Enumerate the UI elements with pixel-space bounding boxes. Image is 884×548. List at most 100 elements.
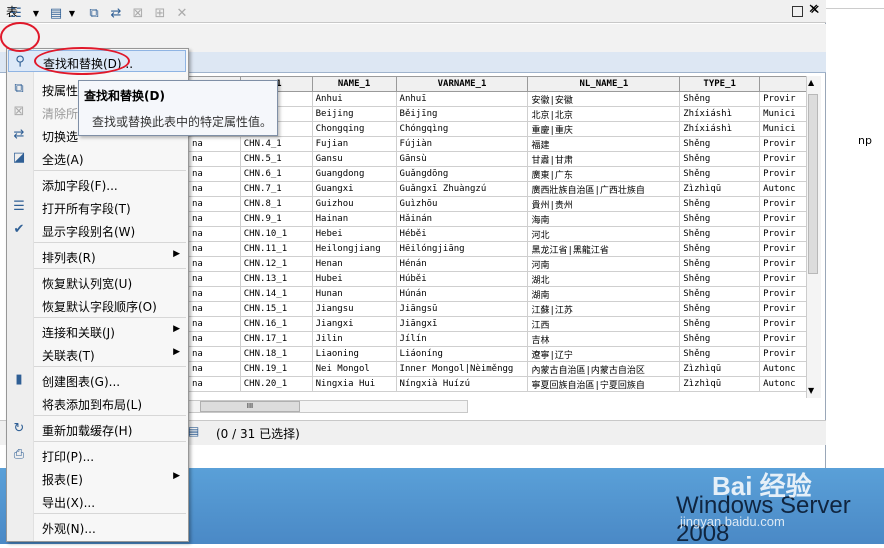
table-cell[interactable]: Húnán [395,286,529,302]
table-cell[interactable]: Shěng [679,331,761,347]
table-cell[interactable]: na [188,376,241,392]
table-cell[interactable]: Běijīng [395,106,529,122]
show-all-records-icon[interactable]: ▤ [188,424,199,438]
table-cell[interactable]: CHN.9_1 [239,211,313,227]
table-row[interactable]: na CHN.4_1 Fujian Fújiàn 福建 Shěng Provir [188,136,820,152]
table-cell[interactable]: CHN.10_1 [239,226,313,242]
menu-item[interactable]: ▮ 创建图表(G)... [8,369,186,391]
table-cell[interactable]: Héběi [395,226,529,242]
table-cell[interactable]: Gansu [311,151,397,167]
table-cell[interactable]: Zìzhìqū [679,181,761,197]
table-cell[interactable]: Gānsù [395,151,529,167]
chevron-down-icon[interactable]: ▼ [64,6,80,22]
close-icon[interactable]: ✕ [808,2,819,17]
menu-item[interactable]: 添加字段(F)... [8,173,186,195]
table-cell[interactable]: na [188,226,241,242]
column-header[interactable]: VARNAME_1 [395,76,529,92]
table-cell[interactable]: CHN.8_1 [239,196,313,212]
table-row[interactable]: na CHN.13_1 Hubei Húběi 湖北 Shěng Provir [188,271,820,287]
table-cell[interactable]: 廣東|广东 [527,166,681,182]
table-cell[interactable]: Shěng [679,211,761,227]
table-row[interactable]: na CHN.20_1 Ningxia Hui Níngxià Huízú 寧夏回族自治… [188,376,820,392]
table-cell[interactable]: Hubei [311,271,397,287]
table-cell[interactable]: na [188,181,241,197]
table-row[interactable]: na CHN.17_1 Jilin Jílín 吉林 Shěng Provir [188,331,820,347]
table-cell[interactable]: Hainan [311,211,397,227]
table-cell[interactable]: Shěng [679,91,761,107]
table-cell[interactable]: 黑龙江省|黑龍江省 [527,241,681,257]
table-cell[interactable]: Jílín [395,331,529,347]
menu-item[interactable]: 连接和关联(J) ▶ [8,320,186,342]
table-cell[interactable]: Shěng [679,166,761,182]
table-cell[interactable]: na [188,196,241,212]
table-cell[interactable]: Shěng [679,256,761,272]
menu-item[interactable]: 排列表(R) ▶ [8,245,186,267]
table-cell[interactable]: Zhíxiáshì [679,106,761,122]
table-cell[interactable]: 寧夏回族自治區|宁夏回族自 [527,376,681,392]
table-cell[interactable]: 甘肅|甘肃 [527,151,681,167]
table-cell[interactable]: Shěng [679,136,761,152]
scroll-up-icon[interactable]: ▲ [808,78,814,87]
menu-item[interactable]: ↻ 重新加载缓存(H) [8,418,186,440]
table-cell[interactable]: Anhui [311,91,397,107]
table-cell[interactable]: Fujian [311,136,397,152]
table-cell[interactable]: CHN.14_1 [239,286,313,302]
table-cell[interactable]: 內蒙古自治區|内蒙古自治区 [527,361,681,377]
table-cell[interactable]: 廣西壯族自治區|广西壮族自 [527,181,681,197]
table-cell[interactable]: Guangxi [311,181,397,197]
table-row[interactable]: na CHN.11_1 Heilongjiang Hēilóngjiāng 黑龙江省|黑… [188,241,820,257]
table-cell[interactable]: CHN.16_1 [239,316,313,332]
table-cell[interactable]: na [188,136,241,152]
table-row[interactable]: na CHN.15_1 Jiangsu Jiāngsū 江蘇|江苏 Shěng Provir [188,301,820,317]
table-cell[interactable]: 福建 [527,136,681,152]
table-cell[interactable]: 江西 [527,316,681,332]
table-row[interactable]: na CHN.19_1 Nei Mongol Inner Mongol|Nèiměng… [188,361,820,377]
menu-item[interactable]: 恢复默认字段顺序(O) [8,294,186,316]
table-cell[interactable]: Nei Mongol [311,361,397,377]
table-cell[interactable]: Jiangxi [311,316,397,332]
table-cell[interactable]: Shěng [679,271,761,287]
menu-item[interactable]: 关联表(T) ▶ [8,343,186,365]
column-header[interactable]: TYPE_1 [679,76,761,92]
table-cell[interactable]: Shěng [679,151,761,167]
table-cell[interactable]: Chongqing [311,121,397,137]
table-cell[interactable]: Jiāngsū [395,301,529,317]
table-cell[interactable]: Anhuī [395,91,529,107]
table-cell[interactable]: CHN.15_1 [239,301,313,317]
table-cell[interactable]: 貴州|贵州 [527,196,681,212]
table-cell[interactable]: 湖北 [527,271,681,287]
table-cell[interactable]: Shěng [679,226,761,242]
table-cell[interactable]: na [188,301,241,317]
table-options-icon[interactable]: ☷ [8,6,24,22]
table-cell[interactable]: CHN.20_1 [239,376,313,392]
menu-item[interactable]: ☰ 打开所有字段(T) [8,196,186,218]
table-cell[interactable]: 安徽|安徽 [527,91,681,107]
delete-icon[interactable]: ✕ [174,6,190,22]
table-cell[interactable]: CHN.7_1 [239,181,313,197]
table-cell[interactable]: 吉林 [527,331,681,347]
clear-selection-icon[interactable]: ⊠ [130,6,146,22]
chevron-down-icon[interactable]: ▼ [28,6,44,22]
table-cell[interactable]: na [188,256,241,272]
table-cell[interactable]: Shěng [679,196,761,212]
maximize-button[interactable] [792,6,803,17]
table-cell[interactable]: Zìzhìqū [679,361,761,377]
table-cell[interactable]: Hēilóngjiāng [395,241,529,257]
table-cell[interactable]: CHN.4_1 [239,136,313,152]
table-cell[interactable]: 江蘇|江苏 [527,301,681,317]
table-cell[interactable]: Ningxia Hui [311,376,397,392]
table-cell[interactable]: CHN.13_1 [239,271,313,287]
table-row[interactable]: na CHN.16_1 Jiangxi Jiāngxī 江西 Shěng Provir [188,316,820,332]
table-row[interactable]: na CHN.5_1 Gansu Gānsù 甘肅|甘肃 Shěng Provir [188,151,820,167]
table-cell[interactable]: na [188,331,241,347]
table-cell[interactable]: Fújiàn [395,136,529,152]
table-cell[interactable]: Jiāngxī [395,316,529,332]
table-row[interactable]: na CHN.6_1 Guangdong Guǎngdōng 廣東|广东 Shěng Pro… [188,166,820,182]
table-row[interactable]: na CHN.12_1 Henan Hénán 河南 Shěng Provir [188,256,820,272]
table-cell[interactable]: Guǎngdōng [395,166,529,182]
table-cell[interactable]: Hǎinán [395,211,529,227]
horizontal-scroll-thumb[interactable]: III [200,401,300,412]
delete-selected-icon[interactable]: ⊞ [152,6,168,22]
table-cell[interactable]: CHN.18_1 [239,346,313,362]
table-cell[interactable]: Jilin [311,331,397,347]
